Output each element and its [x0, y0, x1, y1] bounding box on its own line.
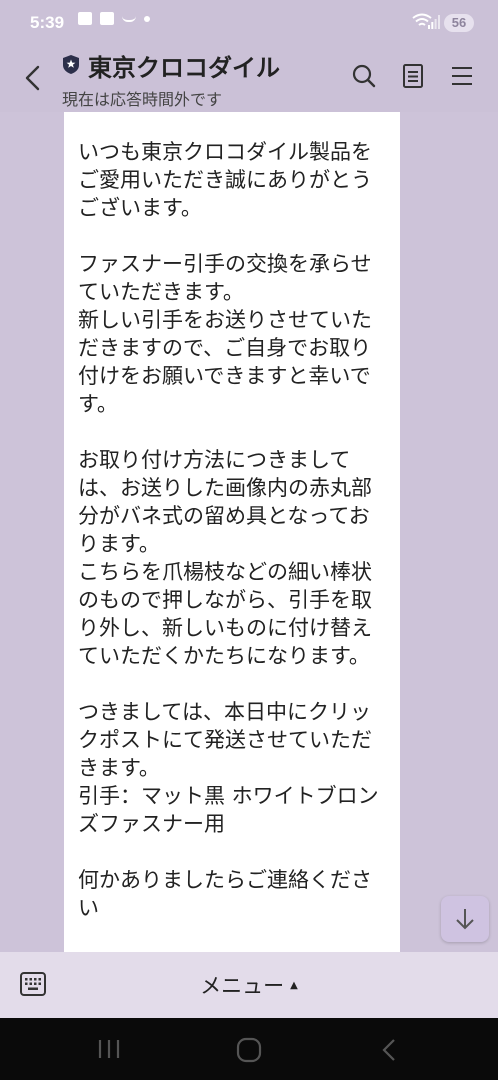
note-icon[interactable] [399, 62, 427, 90]
notification-icons [78, 12, 150, 25]
caret-up-icon: ▲ [290, 979, 298, 991]
chat-header: 東京クロコダイル 現在は応答時間外です [0, 44, 498, 112]
keyboard-icon[interactable] [19, 971, 47, 997]
chat-area[interactable]: ます。 いつも東京クロコダイル製品をご愛用いただき誠にありがとうございます。 フ… [0, 112, 498, 952]
back-button[interactable] [20, 60, 46, 96]
app-notification-icon [100, 12, 114, 25]
status-time: 5:39 [30, 13, 65, 32]
search-icon[interactable] [350, 62, 378, 90]
shield-star-icon [63, 55, 79, 74]
signal-icon [428, 15, 440, 29]
scroll-down-button[interactable] [441, 896, 489, 942]
more-notifications-icon [144, 15, 150, 22]
arrow-down-icon [456, 909, 474, 930]
status-bar: 5:39 56 [0, 0, 498, 44]
battery-indicator: 56 [444, 14, 474, 32]
home-icon[interactable] [236, 1037, 262, 1063]
page-title[interactable]: 東京クロコダイル [88, 48, 280, 83]
bottom-menu-bar: メニュー ▲ [0, 952, 498, 1018]
message-text: ます。 いつも東京クロコダイル製品をご愛用いただき誠にありがとうございます。 フ… [78, 140, 379, 920]
tilde-notification-icon [122, 16, 136, 22]
system-navigation-bar [0, 1018, 498, 1080]
message-bubble[interactable]: ます。 いつも東京クロコダイル製品をご愛用いただき誠にありがとうございます。 フ… [64, 112, 400, 952]
recent-apps-icon[interactable] [96, 1038, 122, 1060]
menu-label: メニュー [200, 974, 285, 998]
mail-notification-icon [78, 12, 92, 25]
menu-toggle-button[interactable]: メニュー ▲ [0, 952, 498, 1018]
hamburger-menu-icon[interactable] [448, 62, 476, 90]
system-back-icon[interactable] [378, 1037, 400, 1063]
status-subtitle: 現在は応答時間外です [62, 90, 223, 109]
